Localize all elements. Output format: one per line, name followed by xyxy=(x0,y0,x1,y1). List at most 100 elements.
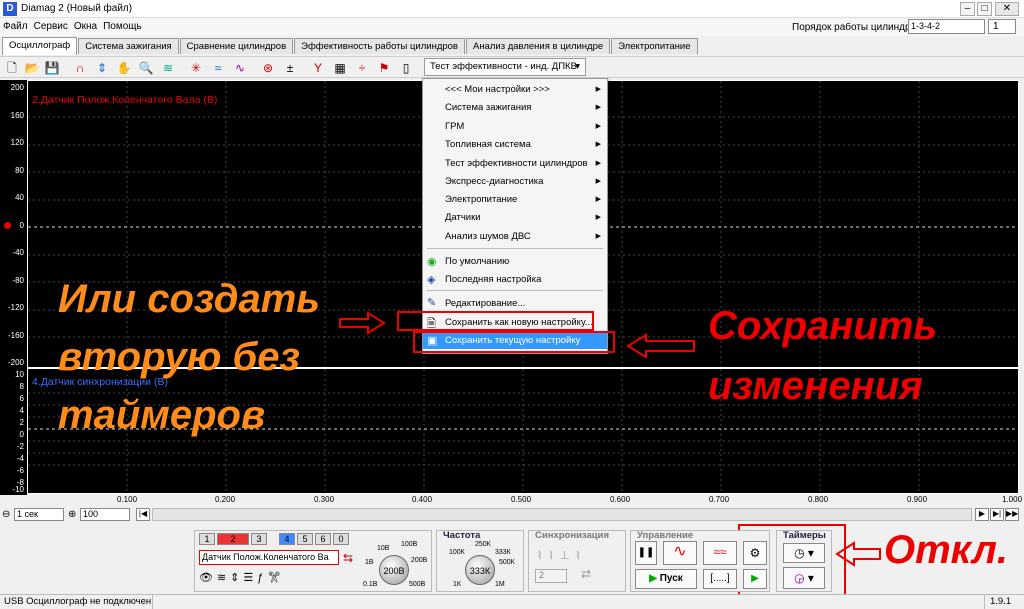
noise-wave-icon[interactable]: ≈≈ xyxy=(703,541,737,565)
end-icon[interactable]: ▶▶ xyxy=(1005,508,1019,521)
menu-noise[interactable]: Анализ шумов ДВС xyxy=(445,231,531,242)
timer2-button[interactable]: ◶ ▾ xyxy=(783,567,825,589)
x-tick: 0.900 xyxy=(907,495,928,504)
ch1-zero-marker[interactable] xyxy=(4,222,11,229)
y2-tick: 4 xyxy=(19,406,24,415)
sine-wave-icon[interactable]: ∿ xyxy=(663,541,697,565)
menu-edit[interactable]: Редактирование... xyxy=(445,298,525,309)
menu-last[interactable]: Последняя настройка xyxy=(445,274,541,285)
filter-icon[interactable]: ≋ xyxy=(160,60,176,76)
menu-item-label: Топливная система xyxy=(445,139,531,150)
wave-icon[interactable]: ≈ xyxy=(210,60,226,76)
page-icon[interactable]: ▯ xyxy=(398,60,414,76)
save-icon[interactable]: 💾 xyxy=(44,60,60,76)
sensor-field[interactable]: Датчик Полож.Коленчатого Ва xyxy=(199,550,339,565)
freq-label: 1К xyxy=(453,581,461,588)
channel-btn-4[interactable]: 4 xyxy=(279,533,295,545)
tab-pressure[interactable]: Анализ давления в цилиндре xyxy=(465,38,611,54)
scale-icon[interactable]: ⇕ xyxy=(94,60,110,76)
maximize-button[interactable]: □ xyxy=(977,2,992,16)
volt-knob[interactable]: 200В xyxy=(379,555,409,585)
y1-tick: 160 xyxy=(10,111,24,120)
volt-label: 0.1В xyxy=(363,581,378,588)
tab-cyl-efficiency[interactable]: Эффективность работы цилиндров xyxy=(294,38,465,54)
cursor-icon[interactable]: ÷ xyxy=(354,60,370,76)
y1-tick: -200 xyxy=(7,358,24,367)
menu-ignition[interactable]: Система зажигания xyxy=(445,102,531,113)
minimize-button[interactable]: – xyxy=(960,2,975,16)
funnel-icon[interactable]: Y xyxy=(310,60,326,76)
dots-button[interactable]: [.....] xyxy=(703,569,737,589)
control-panel: Управление ❚❚ ∿ ≈≈ ▶ Пуск [.....] ⚙ ▶ xyxy=(630,530,770,592)
sync-select[interactable]: 2 xyxy=(535,569,567,583)
freq-knob[interactable]: 333К xyxy=(465,555,495,585)
tab-oscilloscope[interactable]: Осциллограф xyxy=(2,37,78,55)
menu-fuel[interactable]: Топливная система xyxy=(445,139,531,150)
menu-default[interactable]: По умолчанию xyxy=(445,256,509,267)
sync-mode-icons[interactable]: ⌇⌇⊥⌇ xyxy=(537,549,587,562)
scrollbar[interactable] xyxy=(152,508,972,521)
menu-sensors[interactable]: Датчики xyxy=(445,212,481,223)
menu-express[interactable]: Экспресс-диагностика xyxy=(445,176,543,187)
check-icon: ◉ xyxy=(427,256,437,268)
menu-file[interactable]: Файл xyxy=(0,18,31,35)
probe-swap-icon[interactable]: ⇆ xyxy=(343,551,353,565)
cyl-spin[interactable]: 1 xyxy=(988,19,1016,34)
sync-edge-icon[interactable]: ⇄ xyxy=(581,567,591,581)
callout-left-line2: вторую без xyxy=(58,335,300,379)
table-icon[interactable]: ▦ xyxy=(332,60,348,76)
marker-icon[interactable]: ⚑ xyxy=(376,60,392,76)
pause-icon[interactable]: ❚❚ xyxy=(635,541,657,565)
menu-help[interactable]: Помощь xyxy=(100,18,145,35)
menu-grm[interactable]: ГРМ xyxy=(445,121,464,132)
cyl-order-select[interactable]: 1-3-4-2 xyxy=(908,19,985,34)
cross-icon[interactable]: ✳ xyxy=(188,60,204,76)
settings-icon: ◈ xyxy=(427,274,436,286)
time-select[interactable]: 1 сек xyxy=(14,508,64,521)
minus-icon[interactable]: ⊖ xyxy=(2,509,10,520)
probe-icon[interactable]: ∩ xyxy=(72,60,88,76)
channel-tool-icons[interactable]: 👁≋⇕☰ƒ✂ xyxy=(199,571,339,587)
menu-my-settings[interactable]: <<< Мои настройки >>> xyxy=(445,84,550,95)
close-button[interactable]: ✕ xyxy=(995,2,1019,16)
tab-ignition[interactable]: Система зажигания xyxy=(78,38,179,54)
y2-tick: -4 xyxy=(16,454,24,463)
channel-btn-1[interactable]: 1 xyxy=(199,533,215,545)
plus-icon[interactable]: ⊕ xyxy=(68,509,76,520)
channel-btn-3[interactable]: 3 xyxy=(251,533,267,545)
gear-icon[interactable]: ⚙ xyxy=(743,541,767,565)
callout-left-line1: Или создать xyxy=(58,277,321,321)
channel-btn-6[interactable]: 6 xyxy=(315,533,331,545)
menu-service[interactable]: Сервис xyxy=(31,18,71,35)
channel-btn-5[interactable]: 5 xyxy=(297,533,313,545)
y-axis-panel: 200 160 120 80 40 0 -40 -80 -120 -160 -2… xyxy=(0,80,27,495)
tab-cyl-compare[interactable]: Сравнение цилиндров xyxy=(179,38,294,54)
menu-separator xyxy=(427,248,603,249)
next-icon[interactable]: ▶ xyxy=(975,508,989,521)
channel-btn-2[interactable]: 2 xyxy=(217,533,249,545)
y2-tick: -6 xyxy=(16,466,24,475)
new-file-icon[interactable]: 🗋 xyxy=(4,60,20,76)
count-select[interactable]: 100 xyxy=(80,508,130,521)
preset-dropdown-button[interactable]: Тест эффективности - инд. ДПКВ ▾ xyxy=(424,58,586,76)
y1-tick: 200 xyxy=(10,83,24,92)
last-page-icon[interactable]: ▶| xyxy=(990,508,1004,521)
tab-power[interactable]: Электропитание xyxy=(611,38,698,54)
first-page-icon[interactable]: |◀ xyxy=(136,508,150,521)
hand-icon[interactable]: ✋ xyxy=(116,60,132,76)
menu-power[interactable]: Электропитание xyxy=(445,194,517,205)
channel-btn-0[interactable]: 0 xyxy=(333,533,349,545)
auto-start-icon[interactable]: ▶ xyxy=(743,569,767,589)
start-button[interactable]: ▶ Пуск xyxy=(635,569,697,589)
window-title: Diamag 2 (Новый файл) xyxy=(21,3,133,14)
open-folder-icon[interactable]: 📂 xyxy=(24,60,40,76)
menu-cyl-test[interactable]: Тест эффективности цилиндров xyxy=(445,158,588,169)
menu-windows[interactable]: Окна xyxy=(71,18,100,35)
y1-tick: -40 xyxy=(12,248,24,257)
wave2-icon[interactable]: ∿ xyxy=(232,60,248,76)
volt-label: 1В xyxy=(365,559,374,566)
zero-icon[interactable]: ± xyxy=(282,60,298,76)
timer1-button[interactable]: ◷ ▾ xyxy=(783,543,825,563)
auto-icon[interactable]: ⊛ xyxy=(260,60,276,76)
zoom-icon[interactable]: 🔍 xyxy=(138,60,154,76)
